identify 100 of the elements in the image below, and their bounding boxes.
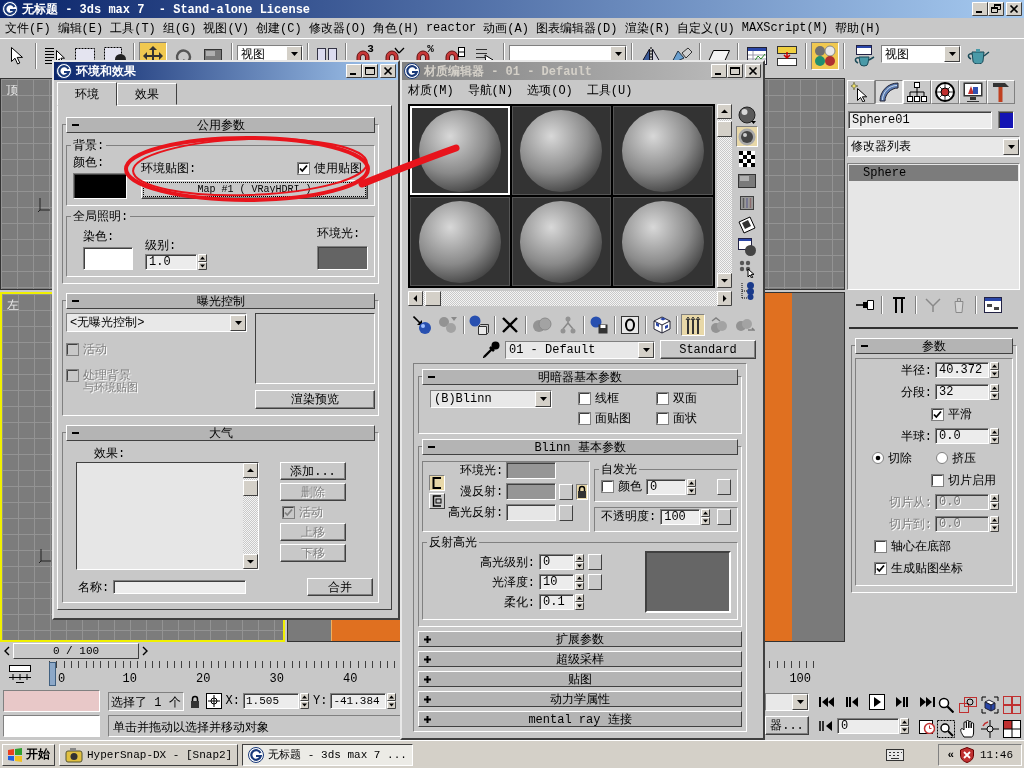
make-preview-button[interactable]	[736, 214, 758, 235]
radio-button[interactable]	[872, 452, 884, 464]
scroll-up-icon[interactable]	[717, 104, 732, 119]
number-field[interactable]: 40.372	[935, 362, 989, 378]
menu-item[interactable]: 视图(V)	[203, 19, 250, 37]
menu-item[interactable]: 选项(O)	[527, 81, 573, 99]
render-type-dropdown[interactable]: 视图	[881, 45, 961, 63]
key-mode-dropdown[interactable]	[765, 693, 809, 711]
clock-window-icon[interactable]	[919, 717, 935, 734]
effects-list[interactable]	[76, 462, 259, 570]
color-swatch[interactable]	[998, 111, 1014, 129]
menu-item[interactable]: 自定义(U)	[677, 19, 735, 37]
minimize-icon[interactable]	[346, 64, 362, 78]
restore-icon[interactable]	[988, 2, 1004, 16]
rollout-header[interactable]: 公用参数	[66, 117, 375, 133]
checkbox[interactable]	[656, 412, 669, 425]
close-icon[interactable]	[1006, 2, 1022, 16]
scrollbar-thumb[interactable]	[425, 291, 441, 306]
map-button[interactable]	[588, 574, 602, 590]
menu-item[interactable]: 工具(T)	[110, 19, 156, 37]
hierarchy-tab[interactable]	[903, 80, 931, 104]
number-field[interactable]: 0	[539, 554, 574, 570]
display-tab[interactable]	[959, 80, 987, 104]
rollout-header[interactable]: mental ray 连接	[418, 711, 742, 727]
checkbox[interactable]	[656, 392, 669, 405]
go-to-end-icon[interactable]	[919, 696, 935, 708]
spinner-arrows-icon[interactable]	[990, 494, 999, 510]
show-map-button[interactable]	[650, 314, 674, 336]
spinner-arrows-icon[interactable]	[575, 594, 584, 610]
sample-slot[interactable]	[613, 197, 713, 286]
minimize-icon[interactable]	[972, 2, 988, 16]
checkbox[interactable]	[931, 473, 944, 487]
sample-type-button[interactable]	[736, 104, 758, 125]
number-field[interactable]: 0.1	[539, 594, 574, 610]
name-field[interactable]	[113, 580, 247, 594]
ruler-icon[interactable]	[9, 665, 31, 683]
dialog-tab[interactable]: 环境	[57, 82, 117, 106]
lock-toggle-button[interactable]	[429, 474, 445, 491]
number-field[interactable]: 0	[646, 478, 686, 495]
grid-quadrant-icon[interactable]	[1003, 720, 1021, 738]
map-button[interactable]	[559, 504, 574, 521]
object-name-field[interactable]: Sphere01	[848, 111, 992, 129]
spinner-arrows-icon[interactable]	[900, 717, 909, 734]
crosshair-arc-icon[interactable]	[981, 720, 999, 738]
tray-expand-button[interactable]: «	[947, 748, 954, 761]
menu-item[interactable]: MAXScript(M)	[741, 21, 829, 35]
key-filters-button[interactable]: 器...	[765, 716, 809, 735]
number-field[interactable]: 1.0	[145, 254, 197, 270]
effect-button[interactable]: 添加...	[280, 462, 346, 480]
exposure-type-dropdown[interactable]: <无曝光控制>	[66, 313, 247, 332]
dashed-magnifier-icon[interactable]	[937, 720, 955, 738]
scroll-down-icon[interactable]	[243, 554, 258, 569]
crosshair-box-icon[interactable]	[205, 693, 222, 709]
shader-dropdown[interactable]: (B)Blinn	[430, 390, 552, 408]
spinner-arrows-icon[interactable]	[990, 362, 999, 378]
taskbar-button[interactable]: HyperSnap-DX - [Snap2]	[59, 743, 239, 766]
get-material-button[interactable]	[410, 314, 434, 336]
map-button[interactable]	[588, 554, 602, 570]
key-step-icon[interactable]	[819, 719, 833, 732]
chevron-right-icon[interactable]	[142, 646, 148, 656]
color-swatch[interactable]	[506, 483, 557, 500]
color-swatch[interactable]	[317, 246, 368, 270]
map-button[interactable]	[717, 478, 731, 495]
number-field[interactable]: 100	[660, 508, 701, 525]
stack-item[interactable]: Sphere	[849, 165, 1018, 181]
rollout-header[interactable]: 参数	[855, 338, 1013, 354]
menu-item[interactable]: 文件(F)	[5, 19, 51, 37]
rollout-header[interactable]: 曝光控制	[66, 293, 375, 309]
listener-input-field[interactable]	[3, 690, 100, 712]
rollout-header[interactable]: Blinn 基本参数	[422, 439, 738, 455]
material-type-button[interactable]: Standard	[660, 340, 756, 359]
eyedropper-icon[interactable]	[482, 340, 500, 359]
number-field[interactable]: 32	[935, 384, 989, 400]
menu-item[interactable]: 创建(C)	[256, 19, 302, 37]
frame-field[interactable]: 0	[837, 717, 899, 734]
sample-slot[interactable]	[613, 106, 713, 195]
scrollbar-thumb[interactable]	[717, 121, 732, 137]
modifier-list-dropdown[interactable]: 修改器列表	[847, 136, 1020, 157]
checkbox[interactable]	[931, 407, 944, 421]
close-icon[interactable]	[380, 64, 396, 78]
number-field[interactable]: 0.0	[935, 428, 989, 444]
frame-counter[interactable]: 0 / 100	[13, 643, 139, 659]
rollout-header[interactable]: 大气	[66, 425, 375, 441]
create-tab[interactable]	[847, 80, 875, 104]
color-swatch[interactable]	[83, 247, 133, 270]
rollout-header[interactable]: 超级采样	[418, 651, 742, 667]
menu-item[interactable]: 编辑(E)	[57, 19, 104, 37]
map-button[interactable]	[559, 483, 574, 500]
checkbox[interactable]	[601, 480, 614, 493]
menu-item[interactable]: 导航(N)	[467, 81, 514, 99]
map-lock-button[interactable]	[576, 483, 589, 500]
background-button[interactable]	[736, 148, 758, 169]
lock-icon[interactable]	[189, 694, 200, 708]
spinner-arrows-icon[interactable]	[387, 693, 397, 709]
utilities-tab[interactable]	[987, 80, 1015, 104]
dialog-tab[interactable]: 效果	[117, 83, 177, 105]
rollout-header[interactable]: 贴图	[418, 671, 742, 687]
rollout-header[interactable]: 动力学属性	[418, 691, 742, 707]
rollout-header[interactable]: 明暗器基本参数	[422, 369, 738, 385]
rects-magnifier-icon[interactable]	[959, 697, 977, 713]
